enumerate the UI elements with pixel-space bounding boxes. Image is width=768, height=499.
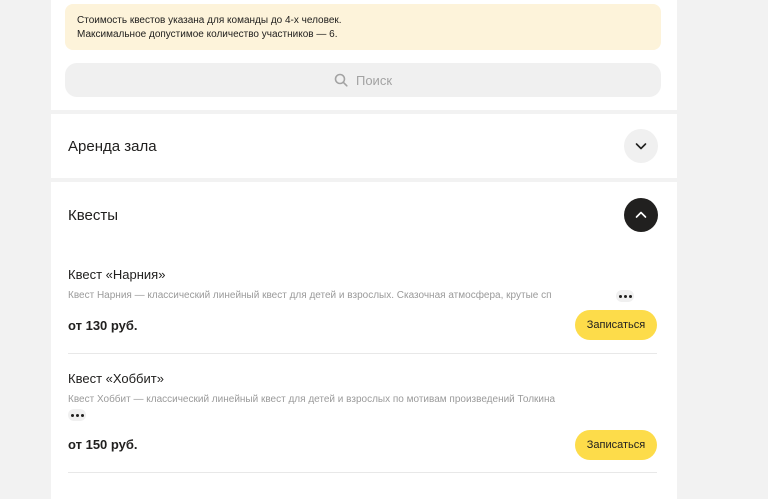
divider <box>51 110 677 114</box>
notice-line-1: Стоимость квестов указана для команды до… <box>77 15 342 26</box>
notice-line-2: Максимальное допустимое количество участ… <box>77 29 338 40</box>
quest-title[interactable]: Квест «Нарния» <box>68 267 165 282</box>
quest-description: Квест Хоббит — классический линейный кве… <box>68 394 556 405</box>
book-button[interactable]: Записаться <box>575 430 657 460</box>
chevron-up-icon <box>635 211 647 218</box>
section-title-quests[interactable]: Квесты <box>68 207 118 224</box>
quest-price: от 130 руб. <box>68 318 138 333</box>
search-input[interactable]: Поиск <box>65 63 661 97</box>
item-divider <box>68 353 657 354</box>
pricing-notice: Стоимость квестов указана для команды до… <box>65 4 661 50</box>
quests-collapse-button[interactable] <box>624 198 658 232</box>
item-divider <box>68 472 657 473</box>
book-button[interactable]: Записаться <box>575 310 657 340</box>
search-icon <box>334 73 348 87</box>
divider <box>51 178 677 182</box>
search-placeholder: Поиск <box>355 72 393 88</box>
section-title-hall[interactable]: Аренда зала <box>68 138 157 155</box>
more-icon[interactable] <box>68 409 86 421</box>
services-panel: Стоимость квестов указана для команды до… <box>51 0 677 499</box>
quest-price: от 150 руб. <box>68 437 138 452</box>
hall-expand-button[interactable] <box>624 129 658 163</box>
quest-description: Квест Нарния — классический линейный кве… <box>68 290 552 301</box>
chevron-down-icon <box>635 143 647 150</box>
quest-title[interactable]: Квест «Хоббит» <box>68 371 164 386</box>
more-icon[interactable] <box>616 290 634 302</box>
